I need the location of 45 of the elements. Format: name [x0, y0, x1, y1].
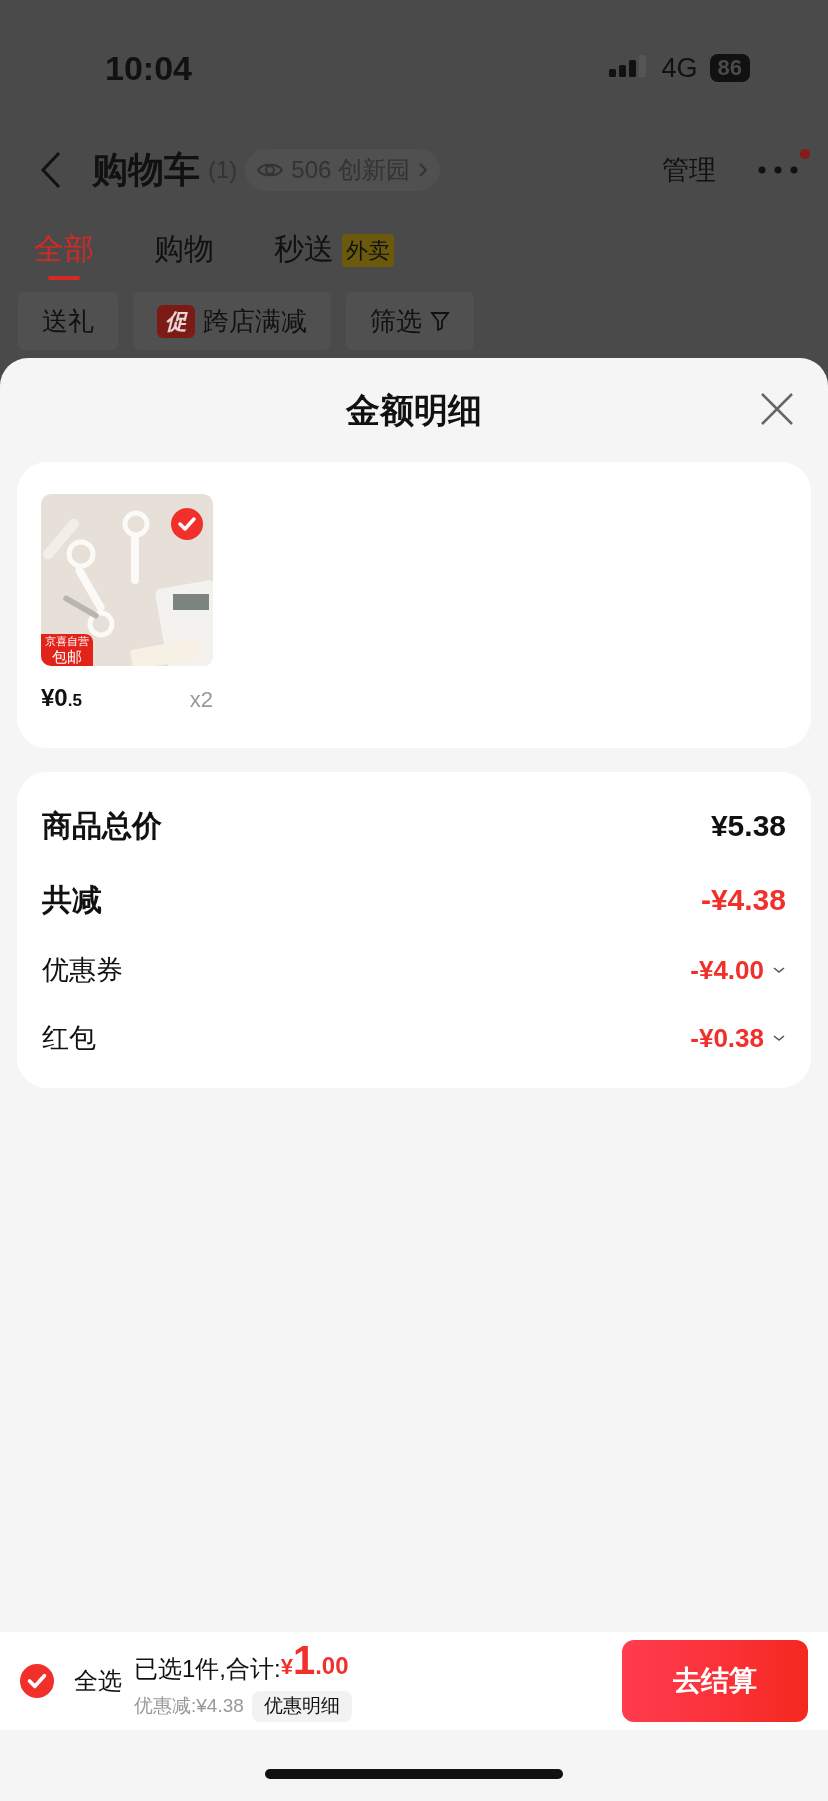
filter-chip[interactable]: 促 跨店满减: [133, 292, 331, 350]
checkbox[interactable]: [20, 1664, 54, 1698]
summary-label: 红包: [42, 1021, 96, 1055]
selected-summary: 已选1件,合计:: [134, 1654, 281, 1685]
status-time: 10:04: [105, 47, 192, 89]
network-label: 4G: [661, 51, 698, 85]
discount-summary: 优惠减:¥4.38: [134, 1694, 244, 1719]
discount-detail-button[interactable]: 优惠明细: [251, 1691, 352, 1722]
promo-tag: 促: [157, 304, 195, 338]
item-price: ¥0.5: [41, 683, 82, 713]
more-icon[interactable]: [758, 166, 798, 174]
badge-text: 京喜自营: [45, 636, 89, 647]
filter-chip[interactable]: 送礼: [18, 292, 118, 350]
badge-text: 包邮: [52, 649, 82, 664]
filter-label: 筛选: [370, 304, 422, 338]
chevron-right-icon: [418, 162, 429, 178]
total-price: ¥1.00: [280, 1640, 349, 1685]
item-quantity: x2: [189, 686, 213, 714]
back-icon[interactable]: [40, 151, 62, 189]
filter-icon: [430, 311, 450, 331]
filter-chip[interactable]: 筛选: [346, 292, 474, 350]
close-icon[interactable]: [760, 392, 794, 426]
tab[interactable]: 购物: [154, 224, 214, 284]
eye-icon: [257, 161, 284, 179]
chevron-down-icon[interactable]: [772, 966, 786, 974]
summary-value: ¥5.38: [710, 807, 786, 844]
summary-label: 商品总价: [42, 807, 162, 844]
checkout-button[interactable]: 去结算: [622, 1640, 808, 1722]
page-title: 购物车: [92, 148, 200, 192]
summary-label: 优惠券: [42, 953, 123, 987]
tab[interactable]: 秒送: [274, 224, 334, 284]
summary-value: -¥4.00: [690, 953, 764, 987]
battery-indicator: 86: [709, 54, 750, 82]
summary-value: -¥4.38: [700, 881, 786, 918]
filter-label: 送礼: [42, 304, 94, 338]
tab-badge: 外卖: [342, 233, 394, 267]
checkbox[interactable]: [171, 508, 203, 540]
sheet-title: 金额明细: [346, 389, 482, 431]
select-all-label[interactable]: 全选: [74, 1663, 122, 1699]
tab[interactable]: 全部: [34, 224, 94, 284]
filter-label: 跨店满减: [203, 304, 307, 338]
manage-link[interactable]: 管理: [662, 149, 716, 191]
chevron-down-icon[interactable]: [772, 1034, 786, 1042]
summary-label: 共减: [42, 881, 102, 918]
summary-value: -¥0.38: [690, 1021, 764, 1055]
